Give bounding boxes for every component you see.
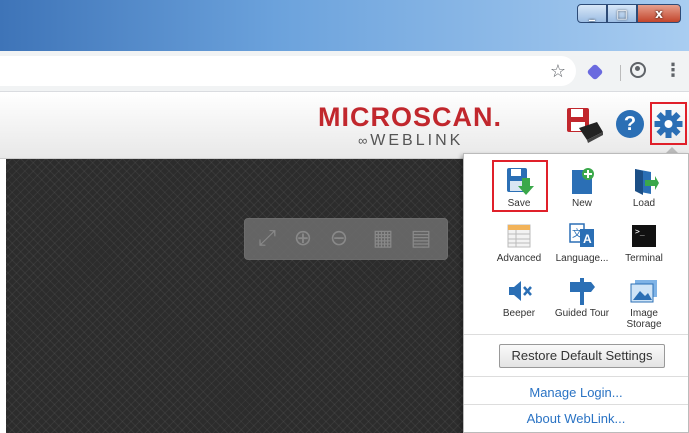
- address-bar[interactable]: ☆: [0, 56, 576, 86]
- logo-weblink: ∞WEBLINK: [358, 132, 464, 149]
- menu-item-terminal[interactable]: >_ Terminal: [614, 221, 674, 264]
- toolbar-divider: [620, 65, 621, 81]
- restore-default-settings-button[interactable]: Restore Default Settings: [499, 344, 665, 368]
- maximize-button[interactable]: □: [607, 4, 637, 23]
- about-weblink-link[interactable]: About WebLink...: [464, 411, 688, 426]
- link-icon: ∞: [358, 133, 371, 148]
- help-icon[interactable]: ?: [616, 110, 644, 138]
- terminal-icon: >_: [629, 221, 659, 251]
- minimize-button[interactable]: _: [577, 4, 607, 23]
- bookmark-star-icon[interactable]: ☆: [550, 61, 566, 82]
- close-button[interactable]: x: [637, 4, 681, 23]
- spreadsheet-icon: [504, 221, 534, 251]
- account-icon[interactable]: [630, 62, 646, 78]
- save-to-device-icon[interactable]: [565, 106, 605, 144]
- new-icon: [567, 166, 597, 196]
- folder-open-icon: [629, 166, 659, 196]
- manage-login-link[interactable]: Manage Login...: [464, 385, 688, 400]
- zoom-in-icon[interactable]: ⊕: [289, 225, 317, 253]
- menu-item-advanced[interactable]: Advanced: [489, 221, 549, 264]
- window-titlebar: _ □ x: [0, 0, 689, 51]
- menu-item-load[interactable]: Load: [614, 166, 674, 209]
- menu-item-guided-tour[interactable]: Guided Tour: [552, 276, 612, 319]
- speaker-mute-icon: [504, 276, 534, 306]
- signpost-icon: [567, 276, 597, 306]
- fit-icon[interactable]: ⤢: [253, 225, 281, 253]
- viewer-toolbar: ⤢ ⊕ ⊖ ▦ ▤: [244, 218, 448, 260]
- image-viewer[interactable]: [6, 159, 468, 433]
- settings-button[interactable]: [650, 102, 687, 145]
- menu-item-new[interactable]: New: [552, 166, 612, 209]
- menu-divider: [464, 376, 688, 377]
- grid-icon[interactable]: ▦: [369, 225, 397, 253]
- svg-text:>_: >_: [635, 227, 645, 236]
- window-controls: _ □ x: [577, 4, 681, 23]
- menu-item-beeper[interactable]: Beeper: [489, 276, 549, 319]
- language-icon: 文 A: [567, 221, 597, 251]
- menu-divider: [464, 404, 688, 405]
- svg-text:A: A: [583, 232, 592, 246]
- logo-microscan: MICROSCAN.: [318, 102, 502, 132]
- save-image-icon[interactable]: ▤: [407, 225, 435, 253]
- extension-icon[interactable]: [586, 63, 604, 81]
- browser-toolbar: ☆ ⋮: [0, 51, 689, 92]
- menu-divider: [464, 334, 688, 335]
- save-highlight: [492, 160, 548, 212]
- zoom-out-icon[interactable]: ⊖: [325, 225, 353, 253]
- browser-menu-icon[interactable]: ⋮: [664, 60, 682, 81]
- svg-text:文: 文: [572, 227, 582, 240]
- menu-item-language[interactable]: 文 A Language...: [552, 221, 612, 264]
- gear-icon: [654, 110, 683, 138]
- image-gallery-icon: [629, 276, 659, 306]
- menu-item-image-storage[interactable]: Image Storage: [614, 276, 674, 330]
